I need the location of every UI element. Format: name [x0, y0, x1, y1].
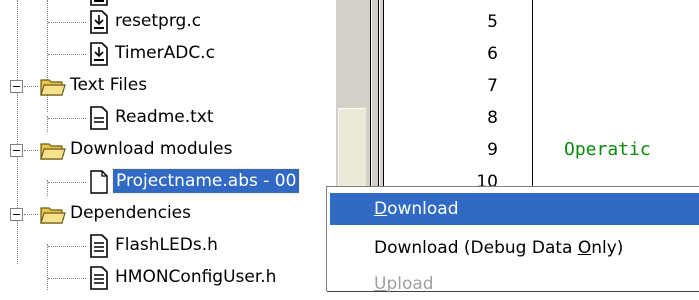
tree-item-label: FlashLEDs.h: [115, 235, 218, 255]
menu-item-download-debug-data-only[interactable]: Download (Debug Data Only): [330, 232, 699, 264]
context-menu: Download Download (Debug Data Only) Uplo…: [326, 186, 699, 294]
source-file-icon: [90, 42, 108, 66]
folder-open-icon: [40, 79, 66, 96]
tree-item-label: Projectname.abs - 00: [111, 168, 301, 194]
source-file-icon: [90, 10, 108, 34]
tree-item-resetprg[interactable]: resetprg.c: [0, 6, 336, 38]
project-tree[interactable]: resetprg.c TimerADC.c Text Files Readme.…: [0, 0, 336, 290]
code-comment-text: Operatic: [564, 139, 651, 160]
header-file-icon: [90, 234, 108, 258]
line-number: 7: [487, 76, 498, 96]
folder-open-icon: [40, 207, 66, 224]
tree-item-label: resetprg.c: [115, 11, 202, 31]
tree-item-hmonconfiguser[interactable]: HMONConfigUser.h: [0, 262, 336, 290]
tree-folder-dependencies[interactable]: Dependencies: [0, 198, 336, 230]
tree-item-readme[interactable]: Readme.txt: [0, 102, 336, 134]
text-file-icon: [90, 106, 108, 130]
line-number: 5: [487, 12, 498, 32]
tree-item-projectname-abs[interactable]: Projectname.abs - 00: [0, 166, 336, 198]
menu-item-upload[interactable]: Upload: [330, 268, 699, 300]
tree-folder-download-modules[interactable]: Download modules: [0, 134, 336, 166]
folder-open-icon: [40, 143, 66, 160]
tree-item-label: Download modules: [70, 139, 233, 159]
collapse-icon[interactable]: [10, 208, 23, 221]
menu-item-download[interactable]: Download: [330, 193, 699, 225]
header-file-icon: [90, 266, 108, 290]
line-number: 8: [487, 108, 498, 128]
blank-file-icon: [90, 170, 108, 194]
tree-item-flashleds[interactable]: FlashLEDs.h: [0, 230, 336, 262]
tree-item-label: HMONConfigUser.h: [115, 267, 277, 287]
line-number: 9: [487, 140, 498, 160]
tree-folder-text-files[interactable]: Text Files: [0, 70, 336, 102]
line-number: 6: [487, 44, 498, 64]
tree-item-label: TimerADC.c: [115, 43, 215, 63]
tree-item-label: Text Files: [70, 75, 148, 95]
tree-item-timeradc[interactable]: TimerADC.c: [0, 38, 336, 70]
collapse-icon[interactable]: [10, 80, 23, 93]
tree-item-label: Dependencies: [70, 203, 191, 223]
collapse-icon[interactable]: [10, 144, 23, 157]
tree-item-label: Readme.txt: [115, 107, 214, 127]
